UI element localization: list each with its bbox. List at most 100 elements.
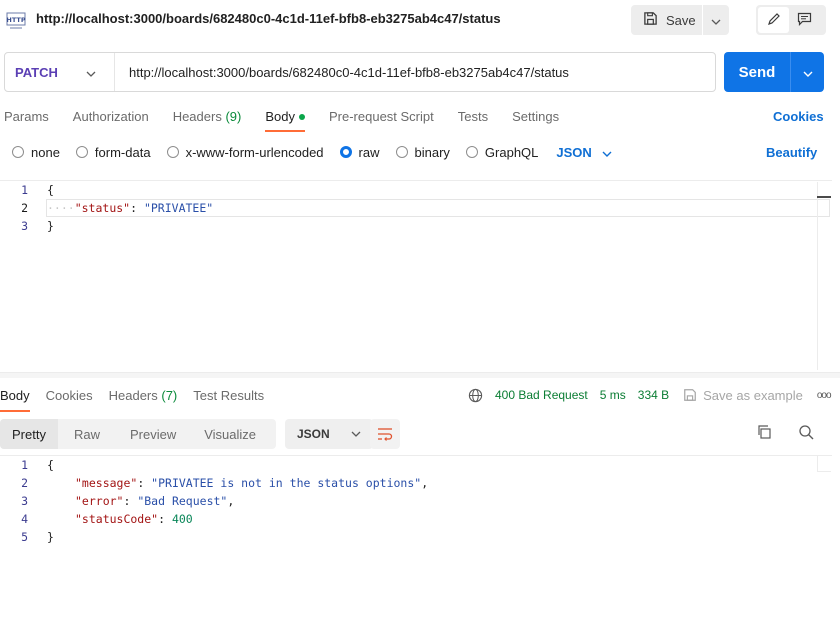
json-colon: : — [158, 512, 172, 526]
line-number: 4 — [21, 512, 28, 526]
response-format-select[interactable]: JSON — [285, 419, 373, 449]
wrap-icon — [377, 427, 393, 441]
status-code[interactable]: 400 Bad Request — [495, 388, 588, 402]
body-format-select[interactable]: JSON — [556, 144, 612, 160]
response-time[interactable]: 5 ms — [600, 388, 626, 402]
http-icon: HTTP — [6, 10, 26, 30]
code-line: { — [47, 181, 54, 199]
radio-graphql-label: GraphQL — [484, 144, 539, 160]
response-view-toggle: Pretty Raw Preview Visualize — [0, 419, 276, 449]
json-value: "PRIVATEE" — [143, 201, 214, 215]
radio-graphql[interactable]: GraphQL — [465, 144, 539, 160]
code-line: } — [47, 217, 54, 235]
tab-body[interactable]: Body — [265, 106, 305, 132]
view-visualize[interactable]: Visualize — [190, 419, 270, 449]
save-icon — [683, 388, 697, 402]
radio-form-data-label: form-data — [94, 144, 151, 160]
body-format-label: JSON — [556, 144, 592, 160]
code-line: ···· "status": "PRIVATEE" — [47, 199, 213, 217]
radio-raw[interactable]: raw — [339, 144, 380, 160]
save-button[interactable]: Save — [631, 5, 729, 35]
method-label: PATCH — [15, 64, 58, 80]
comment-icon — [797, 12, 812, 29]
view-pretty[interactable]: Pretty — [0, 419, 58, 449]
json-number: 400 — [171, 512, 193, 526]
request-title[interactable]: http://localhost:3000/boards/682480c0-4c… — [36, 11, 501, 26]
radio-circle[interactable] — [166, 146, 179, 158]
url-input[interactable]: http://localhost:3000/boards/682480c0-4c… — [115, 65, 569, 80]
code-line: { — [47, 456, 54, 474]
save-label: Save — [666, 12, 696, 28]
json-value: "PRIVATEE is not in the status options" — [151, 476, 422, 490]
tab-headers-label: Headers — [172, 109, 222, 124]
chevron-down-icon — [351, 431, 361, 437]
chevron-down-icon — [803, 65, 813, 80]
line-number: 2 — [21, 476, 28, 490]
code-line: "statusCode": 400 — [75, 510, 193, 528]
radio-form-data[interactable]: form-data — [75, 144, 151, 160]
line-number: 1 — [21, 183, 28, 197]
tab-params[interactable]: Params — [4, 106, 49, 132]
view-mode-toggle[interactable] — [756, 5, 826, 35]
request-body-editor[interactable]: 1 2 3 { ···· "status": "PRIVATEE" } — [0, 180, 832, 370]
radio-circle[interactable] — [395, 146, 408, 158]
pencil-icon — [767, 12, 781, 29]
line-number: 1 — [21, 458, 28, 472]
brace-close: } — [47, 530, 54, 544]
indent-whitespace: ···· — [47, 201, 75, 215]
send-button[interactable]: Send — [724, 52, 824, 92]
send-dropdown-button[interactable] — [791, 52, 824, 92]
radio-circle-checked[interactable] — [339, 146, 352, 158]
json-key: "statusCode" — [75, 512, 159, 526]
search-button[interactable] — [798, 424, 814, 440]
chevron-down-icon — [602, 145, 612, 160]
response-size[interactable]: 334 B — [638, 388, 669, 402]
tab-response-headers[interactable]: Headers (7) — [109, 386, 178, 412]
save-icon — [643, 11, 658, 29]
radio-circle[interactable] — [75, 146, 88, 158]
editor-scrollbar[interactable] — [817, 182, 831, 370]
radio-circle[interactable] — [465, 146, 478, 158]
brace-close: } — [47, 219, 54, 233]
editor-scroll-thumb[interactable] — [817, 196, 831, 198]
edit-button[interactable] — [758, 7, 789, 33]
more-options-icon[interactable]: ooo — [817, 390, 832, 401]
radio-binary[interactable]: binary — [395, 145, 450, 160]
response-scrollbar[interactable] — [817, 455, 831, 472]
tab-body-label: Body — [265, 109, 295, 124]
tab-test-results[interactable]: Test Results — [193, 386, 264, 412]
code-line: "error": "Bad Request", — [75, 492, 234, 510]
brace-open: { — [47, 458, 54, 472]
beautify-button[interactable]: Beautify — [766, 145, 817, 160]
view-preview[interactable]: Preview — [116, 419, 190, 449]
globe-icon[interactable] — [468, 388, 483, 403]
save-as-example-label: Save as example — [703, 387, 803, 403]
response-body-viewer[interactable]: 1 2 3 4 5 { "message": "PRIVATEE is not … — [0, 455, 832, 628]
send-main-button[interactable]: Send — [724, 52, 791, 92]
save-as-example-button[interactable]: Save as example — [683, 388, 803, 403]
pane-divider[interactable] — [0, 372, 840, 378]
view-raw[interactable]: Raw — [58, 419, 116, 449]
radio-circle[interactable] — [12, 146, 24, 158]
tab-pre-request-script[interactable]: Pre-request Script — [329, 106, 434, 132]
line-number: 5 — [21, 530, 28, 544]
radio-raw-label: raw — [358, 144, 380, 160]
request-tabs: Params Authorization Headers (9) Body Pr… — [4, 106, 583, 132]
copy-button[interactable] — [756, 424, 772, 440]
tab-headers[interactable]: Headers (9) — [173, 106, 242, 132]
radio-none[interactable]: none — [12, 145, 60, 160]
tab-settings[interactable]: Settings — [512, 106, 559, 132]
radio-urlencoded[interactable]: x-www-form-urlencoded — [166, 145, 324, 160]
tab-response-body[interactable]: Body — [0, 386, 30, 412]
save-main-button[interactable]: Save — [631, 5, 703, 35]
tab-tests[interactable]: Tests — [458, 106, 488, 132]
chevron-down-icon — [711, 13, 721, 28]
tab-authorization[interactable]: Authorization — [73, 106, 149, 132]
chevron-down-icon — [86, 65, 96, 80]
cookies-link[interactable]: Cookies — [773, 109, 824, 124]
wrap-lines-button[interactable] — [370, 419, 400, 449]
save-dropdown-button[interactable] — [703, 5, 729, 35]
method-select[interactable]: PATCH — [5, 53, 115, 91]
tab-response-cookies[interactable]: Cookies — [46, 386, 93, 412]
comments-button[interactable] — [789, 7, 820, 33]
